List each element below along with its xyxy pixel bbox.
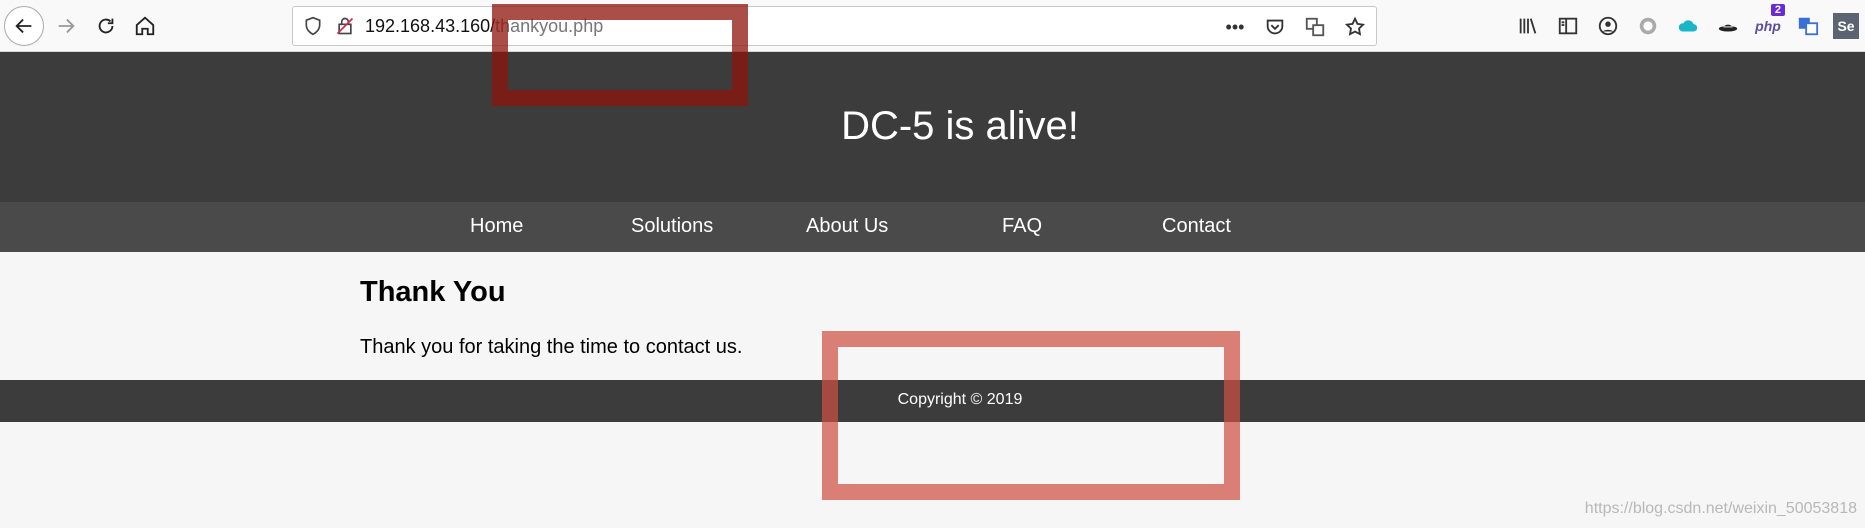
watermark: https://blog.csdn.net/weixin_50053818 — [1584, 500, 1857, 517]
home-button[interactable] — [127, 8, 163, 44]
site-header: DC-5 is alive! — [0, 52, 1865, 202]
library-icon[interactable] — [1513, 8, 1543, 44]
reload-button[interactable] — [88, 8, 124, 44]
circle-icon[interactable] — [1633, 8, 1663, 44]
nav-faq[interactable]: FAQ — [1002, 215, 1042, 238]
translate-icon[interactable] — [1793, 8, 1823, 44]
nav-home[interactable]: Home — [470, 215, 523, 238]
nav-about-us[interactable]: About Us — [806, 215, 888, 238]
url-bar[interactable]: 192.168.43.160/thankyou.php ••• — [292, 6, 1377, 46]
translate-page-icon[interactable] — [1302, 14, 1328, 40]
pocket-icon[interactable] — [1262, 14, 1288, 40]
page-actions-button[interactable]: ••• — [1222, 14, 1248, 40]
thank-you-message: Thank you for taking the time to contact… — [360, 336, 743, 358]
reload-icon — [98, 18, 114, 34]
site-nav: Home Solutions About Us FAQ Contact — [0, 202, 1865, 252]
selenium-icon[interactable]: Se — [1833, 13, 1859, 39]
php-label: php — [1755, 18, 1781, 34]
url-actions: ••• — [1222, 14, 1368, 40]
nav-solutions[interactable]: Solutions — [631, 215, 713, 238]
back-button[interactable] — [4, 6, 44, 46]
home-icon — [135, 16, 155, 36]
annotation-box-footer — [822, 331, 1240, 500]
account-icon[interactable] — [1593, 8, 1623, 44]
shield-icon[interactable] — [303, 16, 323, 36]
insecure-lock-icon[interactable] — [335, 16, 355, 36]
url-host: 192.168.43.160/ — [365, 16, 496, 36]
sidebar-icon[interactable] — [1553, 8, 1583, 44]
page-heading: Thank You — [360, 276, 506, 308]
hat-icon[interactable] — [1713, 8, 1743, 44]
forward-button[interactable] — [48, 8, 84, 44]
bookmark-star-icon[interactable] — [1342, 14, 1368, 40]
arrow-right-icon — [58, 18, 75, 34]
browser-toolbar: 192.168.43.160/thankyou.php ••• php 2 Se — [0, 0, 1865, 52]
selenium-label: Se — [1837, 18, 1855, 34]
arrow-left-icon — [15, 18, 32, 34]
extensions-toolbar: php 2 Se — [1513, 4, 1859, 44]
nav-contact[interactable]: Contact — [1162, 215, 1231, 238]
site-title: DC-5 is alive! — [841, 104, 1079, 148]
php-icon[interactable]: php 2 — [1753, 4, 1785, 44]
annotation-box-url — [492, 4, 748, 106]
php-badge: 2 — [1770, 4, 1785, 16]
cloud-icon[interactable] — [1673, 8, 1703, 44]
